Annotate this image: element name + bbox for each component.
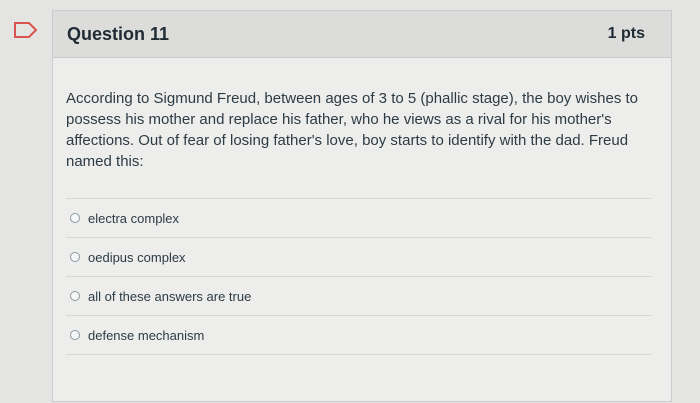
question-body: According to Sigmund Freud, between ages…	[53, 58, 671, 355]
answer-option-electra-complex[interactable]: electra complex	[66, 199, 651, 238]
answer-label[interactable]: electra complex	[88, 211, 179, 226]
question-text: According to Sigmund Freud, between ages…	[66, 90, 638, 170]
radio-button-icon[interactable]	[70, 330, 80, 340]
question-points: 1 pts	[607, 25, 645, 42]
answer-option-all-true[interactable]: all of these answers are true	[66, 277, 651, 316]
answer-label[interactable]: oedipus complex	[88, 250, 186, 265]
answer-label[interactable]: defense mechanism	[88, 328, 204, 343]
question-header: Question 11 1 pts	[53, 11, 671, 58]
radio-button-icon[interactable]	[70, 252, 80, 262]
radio-button-icon[interactable]	[70, 291, 80, 301]
answer-option-oedipus-complex[interactable]: oedipus complex	[66, 238, 651, 277]
answer-option-defense-mechanism[interactable]: defense mechanism	[66, 316, 651, 355]
answer-label[interactable]: all of these answers are true	[88, 289, 251, 304]
answer-list: electra complex oedipus complex all of t…	[66, 198, 651, 355]
question-title: Question 11	[67, 23, 170, 44]
question-card: Question 11 1 pts According to Sigmund F…	[52, 10, 672, 402]
radio-button-icon[interactable]	[70, 213, 80, 223]
flag-question-icon[interactable]	[14, 22, 38, 38]
